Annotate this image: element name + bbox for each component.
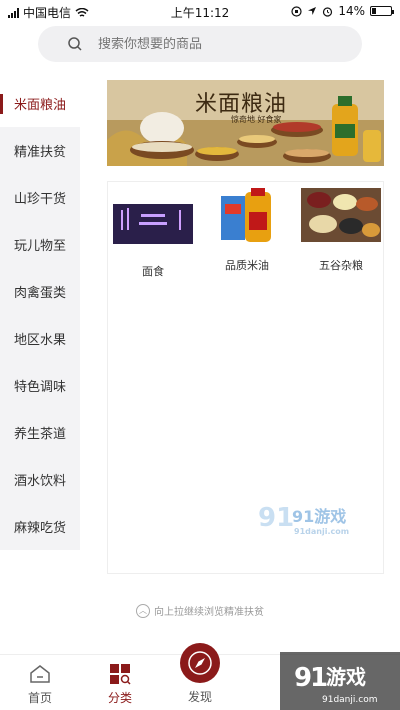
- tab-discover-button[interactable]: [180, 643, 220, 683]
- grains-thumbnail: [301, 188, 381, 242]
- category-grid-icon: [110, 664, 131, 685]
- search-icon: [68, 37, 82, 51]
- sidebar-item-seasoning[interactable]: 特色调味: [0, 362, 80, 409]
- noodles-thumbnail: [113, 204, 193, 244]
- tab-home-label: 首页: [27, 691, 52, 705]
- search-bar[interactable]: [38, 26, 362, 62]
- compass-icon: [188, 651, 212, 675]
- sidebar-item-grain-oil[interactable]: 米面粮油: [0, 80, 80, 127]
- watermark-logo: 91 91游戏 91danji.com: [258, 503, 349, 536]
- tab-category[interactable]: 分类: [80, 655, 160, 710]
- product-grid: 面食 品质米油 五谷杂粮 91 91游戏 91danji.com: [107, 181, 384, 574]
- status-right: 14%: [291, 4, 394, 18]
- rice-oil-thumbnail: [221, 188, 271, 242]
- watermark-corner: 9 1 游戏 91danji.com: [280, 652, 400, 710]
- category-sidebar: 米面粮油 精准扶贫 山珍干货 玩儿物至 肉禽蛋类 地区水果 特色调味 养生茶道 …: [0, 80, 80, 550]
- product-label: 面食: [142, 265, 164, 278]
- product-noodles[interactable]: 面食: [113, 196, 193, 279]
- product-label: 品质米油: [225, 259, 269, 272]
- watermark-corner-logo: 9 1 游戏 91danji.com: [294, 663, 377, 705]
- product-rice-oil[interactable]: 品质米油: [207, 188, 287, 273]
- product-label: 五谷杂粮: [319, 259, 363, 272]
- alarm-icon: [323, 6, 333, 17]
- battery-icon: [370, 6, 394, 16]
- svg-text:91danji.com: 91danji.com: [322, 695, 377, 705]
- sidebar-item-toys[interactable]: 玩儿物至: [0, 221, 80, 268]
- sidebar-item-dried-goods[interactable]: 山珍干货: [0, 174, 80, 221]
- sidebar-item-meat-eggs[interactable]: 肉禽蛋类: [0, 268, 80, 315]
- battery-percent: 14%: [338, 4, 365, 18]
- tab-discover-label: 发现: [187, 690, 212, 704]
- sidebar-item-poverty-aid[interactable]: 精准扶贫: [0, 127, 80, 174]
- product-grains[interactable]: 五谷杂粮: [301, 188, 381, 273]
- search-input[interactable]: [98, 36, 338, 52]
- orientation-lock-icon: [291, 5, 302, 17]
- status-bar: 中国电信 上午11:12 14%: [0, 0, 400, 24]
- svg-text:游戏: 游戏: [326, 665, 366, 689]
- tab-category-label: 分类: [107, 691, 132, 705]
- watermark-center: 91 91游戏 91danji.com: [258, 500, 358, 540]
- tab-home[interactable]: 首页: [0, 655, 80, 710]
- location-icon: [308, 7, 317, 15]
- pull-up-hint: ︿ 向上拉继续浏览精准扶贫: [0, 603, 400, 618]
- banner-subtitle: 惊奇地 好食家: [231, 115, 282, 124]
- svg-text:91danji.com: 91danji.com: [294, 527, 349, 536]
- chevron-up-icon: ︿: [136, 603, 150, 618]
- home-icon: [30, 665, 50, 683]
- sidebar-item-fruits[interactable]: 地区水果: [0, 315, 80, 362]
- svg-text:91: 91: [258, 503, 294, 533]
- sidebar-item-tea[interactable]: 养生茶道: [0, 409, 80, 456]
- sidebar-item-spicy-snacks[interactable]: 麻辣吃货: [0, 503, 80, 550]
- sidebar-item-drinks[interactable]: 酒水饮料: [0, 456, 80, 503]
- svg-text:91游戏: 91游戏: [292, 507, 346, 526]
- category-banner[interactable]: 米面粮油 惊奇地 好食家: [107, 80, 384, 166]
- pull-up-hint-text: 向上拉继续浏览精准扶贫: [154, 607, 264, 618]
